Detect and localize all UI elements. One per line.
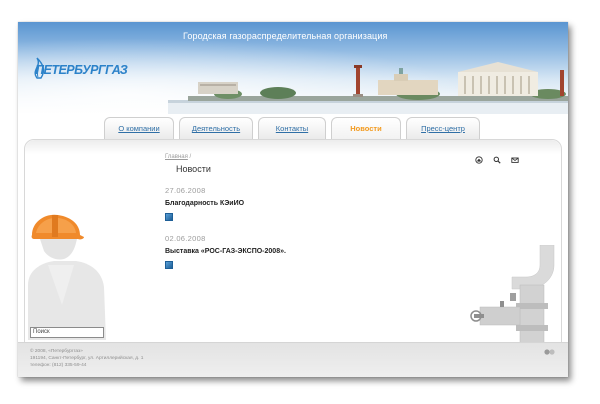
news-image-icon[interactable] <box>165 213 173 221</box>
header-banner: ПЕТЕРБУРГГАЗ Городская газораспределител… <box>18 22 568 114</box>
breadcrumb-separator: / <box>189 154 192 160</box>
footer-copyright: © 2008, «Петербурггаз» <box>30 349 83 354</box>
tab-press-center[interactable]: Пресс-центр <box>406 117 480 139</box>
page-title: Новости <box>176 164 211 174</box>
footer-address: 191194, Санкт-Петербург, ул. Артиллерийс… <box>30 356 144 361</box>
tab-contacts[interactable]: Контакты <box>258 117 326 139</box>
news-title-link[interactable]: Благодарность КЭиИО <box>165 200 244 207</box>
search-icon[interactable] <box>493 156 501 164</box>
footer-phone: телефон: (812) 335-59-44 <box>30 363 87 368</box>
developer-logo-icon[interactable] <box>544 349 555 355</box>
logo-text: ПЕТЕРБУРГГАЗ <box>35 63 128 77</box>
news-image-icon[interactable] <box>165 261 173 269</box>
tab-activity[interactable]: Деятельность <box>179 117 253 139</box>
mail-icon[interactable] <box>511 156 519 164</box>
worker-illustration <box>28 214 106 340</box>
news-title-link[interactable]: Выставка «РОС-ГАЗ-ЭКСПО-2008». <box>165 248 286 255</box>
news-date: 27.06.2008 <box>165 186 206 195</box>
home-icon[interactable] <box>475 156 483 164</box>
breadcrumb: Главная / <box>165 154 191 160</box>
tab-news[interactable]: Новости <box>331 117 401 139</box>
cityscape-image <box>168 62 568 114</box>
tab-about[interactable]: О компании <box>104 117 174 139</box>
news-date: 02.06.2008 <box>165 234 206 243</box>
site-title: Городская газораспределительная организа… <box>183 31 388 41</box>
site-frame: ПЕТЕРБУРГГАЗ Городская газораспределител… <box>18 22 568 377</box>
search-input[interactable] <box>30 327 104 338</box>
panel-top-band <box>25 140 561 154</box>
breadcrumb-home-link[interactable]: Главная <box>165 154 188 160</box>
